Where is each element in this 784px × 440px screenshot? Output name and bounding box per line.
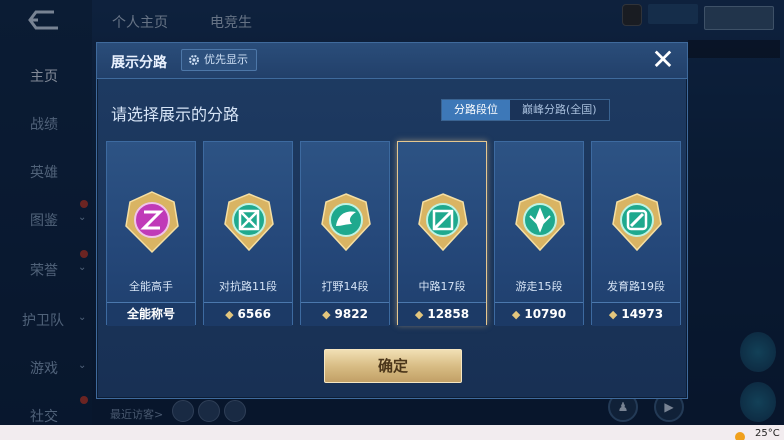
diamond-icon: ◆	[414, 308, 424, 321]
priority-display-label: 优先显示	[204, 53, 248, 66]
lane-card-score: 9822	[334, 307, 368, 321]
tab-peak-lane[interactable]: 巅峰分路(全国)	[510, 100, 609, 120]
lane-card-roam[interactable]: 游走15段 ◆ 10790	[494, 141, 584, 326]
lane-card-footer: ◆ 10790	[495, 302, 583, 326]
lane-card-footer: ◆ 9822	[301, 302, 389, 326]
mid-lane-emblem-icon	[418, 193, 468, 252]
clash-lane-emblem-icon	[224, 193, 274, 252]
lane-card-allround[interactable]: 全能高手 全能称号	[106, 141, 196, 326]
lane-card-footer: 全能称号	[107, 302, 195, 326]
gear-icon	[189, 55, 199, 65]
tab-lane-rank[interactable]: 分路段位	[442, 100, 510, 120]
lane-card-score: 14973	[621, 307, 664, 321]
close-icon[interactable]: ✕	[649, 46, 677, 75]
lane-card-score: 6566	[237, 307, 271, 321]
diamond-icon: ◆	[511, 308, 521, 321]
lane-card-clash[interactable]: 对抗路11段 ◆ 6566	[203, 141, 293, 326]
lane-card-jungle[interactable]: 打野14段 ◆ 9822	[300, 141, 390, 326]
roam-emblem-icon	[515, 193, 565, 252]
lane-card-footer: ◆ 12858	[398, 302, 486, 326]
diamond-icon: ◆	[225, 308, 234, 321]
temperature-text: 25°C	[755, 428, 780, 439]
lane-card-label: 游走15段	[515, 280, 563, 293]
lane-card-footer: ◆ 6566	[204, 302, 292, 326]
taskbar	[0, 425, 784, 440]
lane-card-label: 全能高手	[129, 280, 173, 293]
dialog-title: 展示分路	[111, 55, 167, 71]
weather-sun-icon	[735, 432, 745, 440]
jungle-emblem-icon	[321, 193, 371, 252]
diamond-icon: ◆	[322, 308, 331, 321]
lane-card-score: 10790	[524, 307, 567, 321]
priority-display-button[interactable]: 优先显示	[181, 49, 257, 71]
lane-card-footer: ◆ 14973	[592, 302, 680, 326]
lane-card-label: 发育路19段	[607, 280, 665, 293]
lane-card-label: 打野14段	[321, 280, 369, 293]
lane-mode-switch: 分路段位 巅峰分路(全国)	[441, 99, 610, 121]
farm-lane-emblem-icon	[612, 193, 662, 252]
lane-display-dialog: 展示分路 优先显示 ✕ 请选择展示的分路 分路段位 巅峰分路(全国) 全能高手 …	[96, 42, 688, 399]
diamond-icon: ◆	[608, 308, 618, 321]
lane-card-label: 中路17段	[418, 280, 466, 293]
lane-card-mid[interactable]: 中路17段 ◆ 12858	[397, 141, 487, 326]
dialog-subtitle: 请选择展示的分路	[111, 105, 240, 124]
lane-card-list: 全能高手 全能称号 对抗路11段 ◆ 6566 打野14段 ◆ 9822 中路1…	[106, 141, 681, 327]
lane-card-farm[interactable]: 发育路19段 ◆ 14973	[591, 141, 681, 326]
confirm-button[interactable]: 确定	[324, 349, 462, 383]
lane-card-title: 全能称号	[126, 307, 175, 321]
lane-card-label: 对抗路11段	[219, 280, 277, 293]
allround-emblem-icon	[125, 191, 179, 254]
dialog-header: 展示分路 优先显示 ✕	[97, 43, 687, 79]
lane-card-score: 12858	[427, 307, 470, 321]
